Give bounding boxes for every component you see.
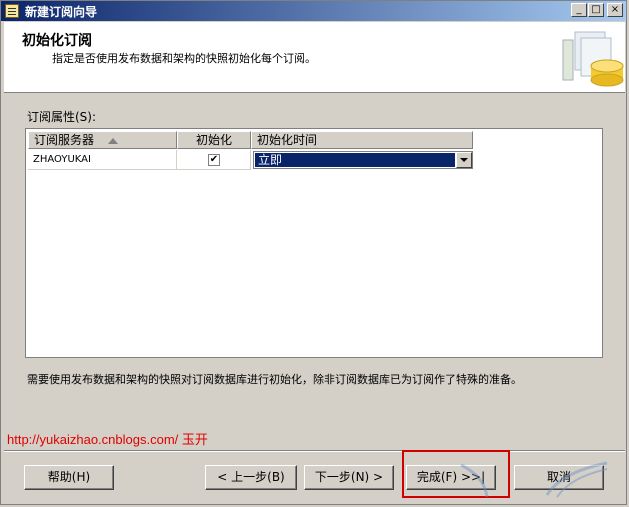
column-header-init-time[interactable]: 初始化时间 — [251, 131, 473, 149]
subscription-properties-label: 订阅属性(S): — [27, 110, 97, 124]
wizard-window: 新建订阅向导 _ □ × 初始化订阅 指定是否使用发布数据和架构的快照初始化每个… — [0, 0, 627, 505]
column-header-initialize-label: 初始化 — [195, 133, 232, 147]
minimize-button[interactable]: _ — [571, 3, 587, 17]
window-title: 新建订阅向导 — [25, 4, 98, 19]
column-header-server[interactable]: 订阅服务器 — [28, 131, 177, 149]
init-time-dropdown[interactable]: 立即 — [253, 151, 473, 169]
init-time-selected-value: 立即 — [255, 153, 455, 167]
subscription-grid: 订阅服务器 初始化 初始化时间 ZHAOYUKAI ✔ 立即 — [25, 128, 603, 358]
column-header-initialize[interactable]: 初始化 — [177, 131, 251, 149]
close-button[interactable]: × — [607, 3, 623, 17]
wizard-app-icon — [5, 4, 19, 18]
column-header-init-time-label: 初始化时间 — [257, 133, 318, 147]
help-button[interactable]: 帮助(H) — [24, 465, 114, 490]
sort-ascending-icon — [107, 137, 118, 144]
window-controls: _ □ × — [571, 3, 623, 17]
site-logo-watermark-icon — [460, 461, 608, 498]
maximize-button[interactable]: □ — [588, 3, 604, 17]
hint-text: 需要使用发布数据和架构的快照对订阅数据库进行初始化，除非订阅数据库已为订阅作了特… — [27, 373, 522, 386]
page-title: 初始化订阅 — [22, 33, 92, 49]
table-row-server-cell[interactable]: ZHAOYUKAI — [28, 150, 177, 170]
initialize-checkbox[interactable]: ✔ — [208, 154, 220, 166]
blog-watermark: http://yukaizhao.cnblogs.com/ 玉开 — [7, 432, 208, 447]
table-row-initialize-cell: ✔ — [177, 150, 251, 170]
back-button[interactable]: < 上一步(B) — [205, 465, 297, 490]
column-header-server-label: 订阅服务器 — [34, 133, 95, 147]
database-graphic-icon — [562, 31, 624, 87]
next-button[interactable]: 下一步(N) > — [304, 465, 394, 490]
title-bar: 新建订阅向导 _ □ × — [1, 1, 626, 21]
wizard-header: 初始化订阅 指定是否使用发布数据和架构的快照初始化每个订阅。 — [4, 22, 625, 93]
chevron-down-icon[interactable] — [456, 152, 472, 168]
button-separator — [4, 450, 625, 452]
page-subtitle: 指定是否使用发布数据和架构的快照初始化每个订阅。 — [52, 52, 316, 65]
